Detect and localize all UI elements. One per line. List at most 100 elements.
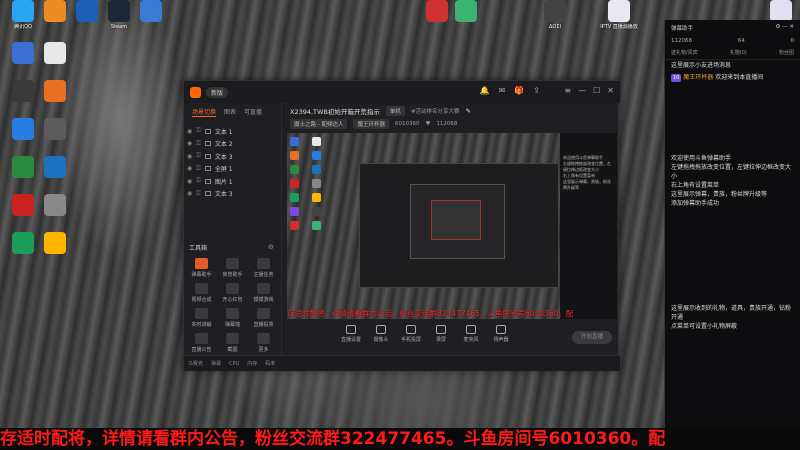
tab-live[interactable]: 可直播 [244, 107, 262, 117]
app-icon [76, 0, 98, 22]
gift-icon[interactable]: 🎁 [514, 86, 524, 95]
preview-icon [311, 137, 321, 146]
source-row[interactable]: ◉ ⚿ 全屏 1 [184, 163, 281, 176]
desktop-shortcut[interactable] [447, 0, 485, 24]
tool-button[interactable]: 开心红包 [217, 283, 248, 303]
preview-icon [311, 165, 321, 174]
tool-button[interactable]: 弹幕墙 [217, 308, 248, 328]
desktop-shortcut[interactable]: ΔΟΣΙ [536, 0, 574, 30]
desktop-shortcut-icon[interactable] [36, 156, 74, 180]
lock-icon[interactable]: ⚿ [196, 152, 201, 160]
lock-icon[interactable]: ⚿ [196, 190, 201, 198]
source-row[interactable]: ◉ ⚿ 文本 2 [184, 138, 281, 151]
eye-icon[interactable]: ◉ [187, 190, 192, 197]
preview-icon [290, 207, 299, 216]
menu-icon[interactable]: ≡ [564, 86, 571, 95]
maximize-icon[interactable]: ☐ [593, 86, 600, 95]
control-button[interactable]: 手机投屏 [400, 325, 422, 343]
tool-button[interactable]: 弹幕助手 [186, 258, 217, 278]
lock-icon[interactable]: ⚿ [196, 177, 201, 185]
tool-button[interactable]: 截图 [217, 333, 248, 353]
control-icon [466, 325, 476, 334]
helper-intro-line: 添加弹幕助手成功 [671, 200, 720, 207]
tab-scene[interactable]: 场景切换 [192, 107, 217, 117]
eye-icon[interactable]: ◉ [187, 128, 192, 135]
tool-button[interactable]: 直播公告 [186, 333, 217, 353]
tool-button[interactable]: 主播任务 [248, 258, 279, 278]
control-button[interactable]: 直播设置 [340, 325, 362, 343]
bell-icon[interactable]: 🔔 [480, 86, 490, 95]
control-button[interactable]: 摄像头 [370, 325, 392, 343]
helper-tab-gifts[interactable]: 礼物(0) [730, 49, 747, 56]
tab-charts[interactable]: 图表 [224, 107, 236, 117]
helper-window-controls[interactable]: ⚙ — ✕ [775, 24, 794, 32]
control-label: 录屏 [435, 337, 446, 343]
app-icon [12, 232, 34, 254]
control-button[interactable]: 麦克风 [460, 325, 482, 343]
tool-label: 视频合成 [191, 297, 212, 303]
source-row[interactable]: ◉ ⚿ 文本 3 [184, 150, 281, 163]
edit-icon[interactable]: ✎ [466, 107, 471, 115]
eye-icon[interactable]: ◉ [187, 140, 192, 147]
tool-button[interactable]: 更多 [248, 333, 279, 353]
room-meta-tag[interactable]: 魔士之路 - 配频达人 [290, 119, 348, 129]
close-icon[interactable]: ✕ [607, 86, 614, 95]
helper-tab-vip[interactable]: 送礼物/贵宾 [671, 49, 698, 56]
left-panel: 场景切换 图表 可直播 ◉ ⚿ 文本 1 ◉ ⚿ 文本 2 ◉ ⚿ 文本 3 ◉ ⚿ 全屏 1 ◉ ⚿ 图片… [184, 103, 282, 371]
user-name[interactable]: 魔王环杯器 [683, 74, 713, 81]
tool-button[interactable]: 实时讲解 [186, 308, 217, 328]
control-button[interactable]: 录屏 [430, 325, 452, 343]
tool-icon [195, 258, 208, 269]
share-icon[interactable]: ⇪ [533, 86, 540, 95]
tool-icon [257, 333, 270, 344]
room-category[interactable]: 单机 [385, 106, 405, 116]
desktop-shortcut-icon[interactable] [36, 118, 74, 142]
tool-button[interactable]: 摸摸游戏 [248, 283, 279, 303]
lock-icon[interactable]: ⚿ [196, 127, 201, 135]
helper-tab-fans[interactable]: 粉丝团 [779, 49, 794, 56]
eye-icon[interactable]: ◉ [187, 178, 192, 185]
room-tag[interactable]: #活动排名分享大赛 [411, 107, 460, 115]
tool-label: 开心红包 [222, 297, 243, 303]
preview-nested-window [359, 163, 559, 288]
minimize-icon[interactable]: — [578, 86, 586, 95]
tool-icon [195, 283, 208, 294]
go-live-button[interactable]: 开始直播 [572, 331, 612, 344]
source-type-icon [204, 178, 211, 184]
control-label: 摄像头 [373, 337, 389, 343]
eye-icon[interactable]: ◉ [187, 165, 192, 172]
source-row[interactable]: ◉ ⚿ 图片 1 [184, 175, 281, 188]
source-row[interactable]: ◉ ⚿ 文本 1 [184, 125, 281, 138]
preview-desktop-icons [290, 137, 328, 230]
app-titlebar[interactable]: 新版 🔔 ✉ 🎁 ⇪ ≡ — ☐ ✕ [184, 81, 620, 103]
app-icon [12, 118, 34, 140]
tool-button[interactable]: 视频合成 [186, 283, 217, 303]
lock-icon[interactable]: ⚿ [196, 165, 201, 173]
mail-icon[interactable]: ✉ [499, 86, 506, 95]
tool-icon [226, 308, 239, 319]
desktop-shortcut-icon[interactable] [36, 232, 74, 256]
source-row[interactable]: ◉ ⚿ 文本 3 [184, 188, 281, 201]
desktop-shortcut-icon[interactable] [36, 80, 74, 104]
helper-intro: 欢迎使用斗鱼弹幕助手 左键拖拽拖放改变位置，左键拉伸边框改变大小 右上角有设置菜… [665, 154, 800, 208]
toolbox-settings-icon[interactable]: ⊖ [268, 243, 274, 251]
desktop-shortcut[interactable]: IPTV 直播源播放 [600, 0, 638, 30]
desktop-shortcut[interactable] [132, 0, 170, 24]
live-preview[interactable]: 欢迎使用斗鱼弹幕助手 左键拖拽拖放改变位置，左键拉伸边框改变大小 右上角有设置菜… [287, 133, 617, 319]
desktop-shortcut-icon[interactable] [36, 42, 74, 66]
status-item: 弹幕 [211, 361, 222, 367]
eye-icon[interactable]: ◉ [187, 153, 192, 160]
room-title[interactable]: X2394,TWB初始开箱开荒指示 [290, 106, 380, 116]
version-badge[interactable]: 新版 [206, 86, 229, 98]
lock-icon[interactable]: ⚿ [196, 140, 201, 148]
preview-nested-inner [410, 184, 505, 259]
tool-button[interactable]: 直播投票 [248, 308, 279, 328]
bottom-marquee: 存适时配将，详情请看群内公告，粉丝交流群322477465。斗鱼房间号60103… [0, 428, 800, 450]
control-label: 扬声器 [493, 337, 509, 343]
control-icon [376, 325, 386, 334]
app-icon [140, 0, 162, 22]
control-button[interactable]: 扬声器 [490, 325, 512, 343]
desktop-shortcut-icon[interactable] [36, 194, 74, 218]
source-type-icon [204, 166, 211, 172]
tool-button[interactable]: 房管助手 [217, 258, 248, 278]
